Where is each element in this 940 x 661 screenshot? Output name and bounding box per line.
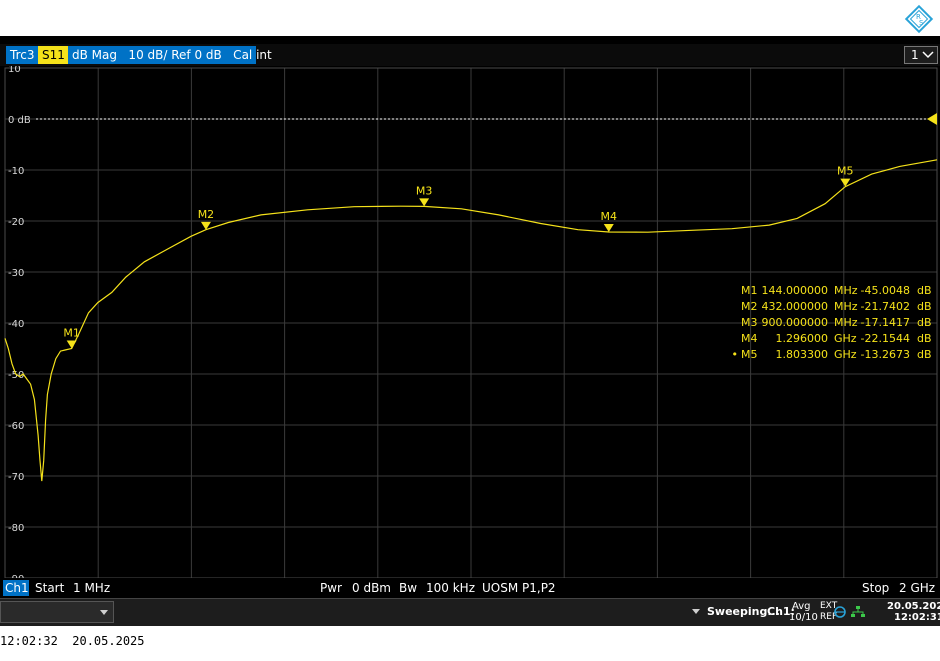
chevron-down-icon <box>922 51 934 59</box>
reference-clock-icon <box>834 606 846 618</box>
y-tick-label: -10 <box>8 166 24 177</box>
marker-table-unit: GHz <box>834 332 857 345</box>
trace-label[interactable]: Trc3 <box>6 46 38 64</box>
trace-diagram: 100 dB-10-20-30-40-50-60-70-80-90 M1M2M3… <box>4 66 938 578</box>
power-label: Pwr <box>320 581 342 595</box>
marker-table-vunit: dB <box>917 316 932 329</box>
y-tick-label: -40 <box>8 319 24 330</box>
channel-label[interactable]: Ch1 <box>3 580 29 596</box>
marker-table-value: -22.1544 <box>861 332 910 345</box>
marker-table-freq: 144.000000 <box>762 284 828 297</box>
marker-label: M4 <box>601 210 618 223</box>
marker-table-name: M5 <box>741 348 758 361</box>
marker-table-name: M4 <box>741 332 758 345</box>
marker-label: M2 <box>198 208 215 221</box>
marker-table-value: -21.7402 <box>861 300 910 313</box>
y-tick-label: -30 <box>8 268 24 279</box>
dropdown-arrow-icon[interactable] <box>691 608 701 616</box>
marker-table-name: M2 <box>741 300 758 313</box>
y-tick-label: -60 <box>8 421 24 432</box>
stop-label: Stop <box>862 581 890 595</box>
marker-triangle-icon <box>603 223 614 232</box>
marker-table-vunit: dB <box>917 300 932 313</box>
start-frequency[interactable]: 1 MHz <box>73 580 110 596</box>
calibration-state[interactable]: UOSM P1,P2 <box>482 580 556 596</box>
average-count: 10/10 <box>789 612 818 623</box>
marker-triangle-icon <box>66 340 77 349</box>
marker-label: M5 <box>837 165 854 178</box>
reference-level-arrow-icon <box>927 113 937 125</box>
status-date: 20.05.2025 <box>887 601 940 612</box>
marker-table-vunit: dB <box>917 348 932 361</box>
bandwidth-label: Bw <box>399 581 418 595</box>
marker-table-vunit: dB <box>917 332 932 345</box>
window-number: 1 <box>911 48 919 62</box>
marker-table-freq: 900.000000 <box>762 316 828 329</box>
y-tick-label: 0 dB <box>8 115 31 126</box>
stop-frequency[interactable]: 2 GHz <box>899 580 935 596</box>
marker-table-value: -45.0048 <box>861 284 910 297</box>
marker-table-name: M3 <box>741 316 758 329</box>
capture-timestamp: 12:02:32 20.05.2025 <box>0 634 145 648</box>
y-tick-label: -70 <box>8 472 24 483</box>
marker-table-bullet: • <box>732 348 739 361</box>
status-time: 12:02:31 <box>894 612 940 623</box>
y-tick-label: -20 <box>8 217 24 228</box>
marker-table-freq: 432.000000 <box>762 300 828 313</box>
marker-table-unit: MHz <box>834 316 858 329</box>
marker-table-freq: 1.803300 <box>776 348 829 361</box>
y-tick-label: -80 <box>8 523 24 534</box>
average-label: Avg <box>792 601 811 612</box>
start-label: Start <box>35 581 65 595</box>
svg-text:S: S <box>919 19 924 27</box>
marker-table-unit: GHz <box>834 348 857 361</box>
measurement-format[interactable]: dB Mag 10 dB/ Ref 0 dB Cal int <box>68 46 272 64</box>
network-icon <box>851 606 865 617</box>
marker-table-unit: MHz <box>834 300 858 313</box>
window-selector[interactable]: 1 <box>904 46 938 64</box>
marker-table-value: -17.1417 <box>861 316 910 329</box>
marker-table-unit: MHz <box>834 284 858 297</box>
rohde-schwarz-logo: R S <box>904 4 934 34</box>
marker-table-vunit: dB <box>917 284 932 297</box>
marker-table-freq: 1.296000 <box>776 332 829 345</box>
marker-table-name: M1 <box>741 284 758 297</box>
marker-label: M3 <box>416 184 433 197</box>
marker-triangle-icon <box>419 198 430 207</box>
marker-table-value: -13.2673 <box>861 348 910 361</box>
y-tick-label: 10 <box>8 66 21 75</box>
bandwidth-value[interactable]: 100 kHz <box>426 580 475 596</box>
dropdown-arrow-icon <box>100 610 108 615</box>
power-value[interactable]: 0 dBm <box>352 580 391 596</box>
trace-markers: M1 M2 M3 M4 M5 <box>63 165 854 349</box>
sparameter-label[interactable]: S11 <box>38 46 68 64</box>
marker-label: M1 <box>63 327 80 340</box>
y-tick-labels: 100 dB-10-20-30-40-50-60-70-80-90 <box>8 66 31 578</box>
softkey-dropdown[interactable] <box>0 601 114 623</box>
